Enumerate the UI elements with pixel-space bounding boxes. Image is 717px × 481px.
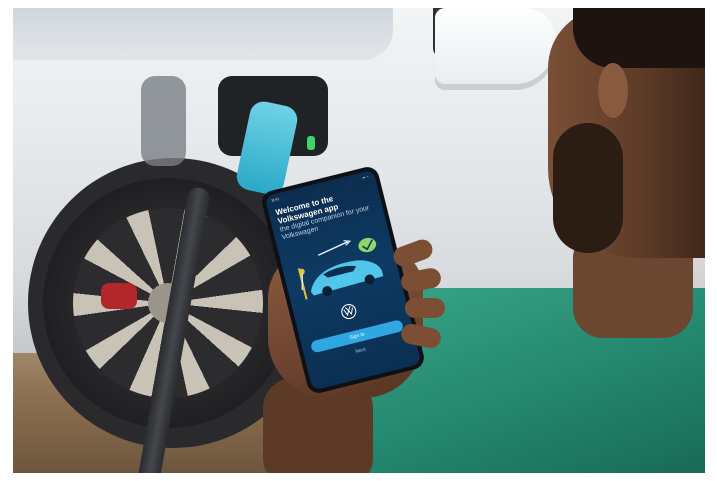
finger [405, 298, 445, 318]
person-ear [598, 63, 628, 118]
photo: 9:41 ▪▪ ◔ Welcome to the Volkswagen app … [13, 8, 705, 473]
brake-caliper [101, 283, 137, 309]
checkmark-leaf-icon [358, 237, 377, 253]
side-mirror [435, 8, 555, 90]
person-beard [553, 123, 623, 253]
charger-plug-body [141, 76, 186, 166]
car-window [13, 8, 393, 60]
image-frame: 9:41 ▪▪ ◔ Welcome to the Volkswagen app … [0, 0, 717, 481]
status-time: 9:41 [271, 196, 280, 203]
vw-logo-icon [341, 303, 357, 320]
car-charging-illustration [297, 237, 384, 300]
charging-indicator-light [307, 136, 315, 150]
person-hair [573, 8, 705, 68]
status-icons: ▪▪ ◔ [361, 173, 370, 181]
